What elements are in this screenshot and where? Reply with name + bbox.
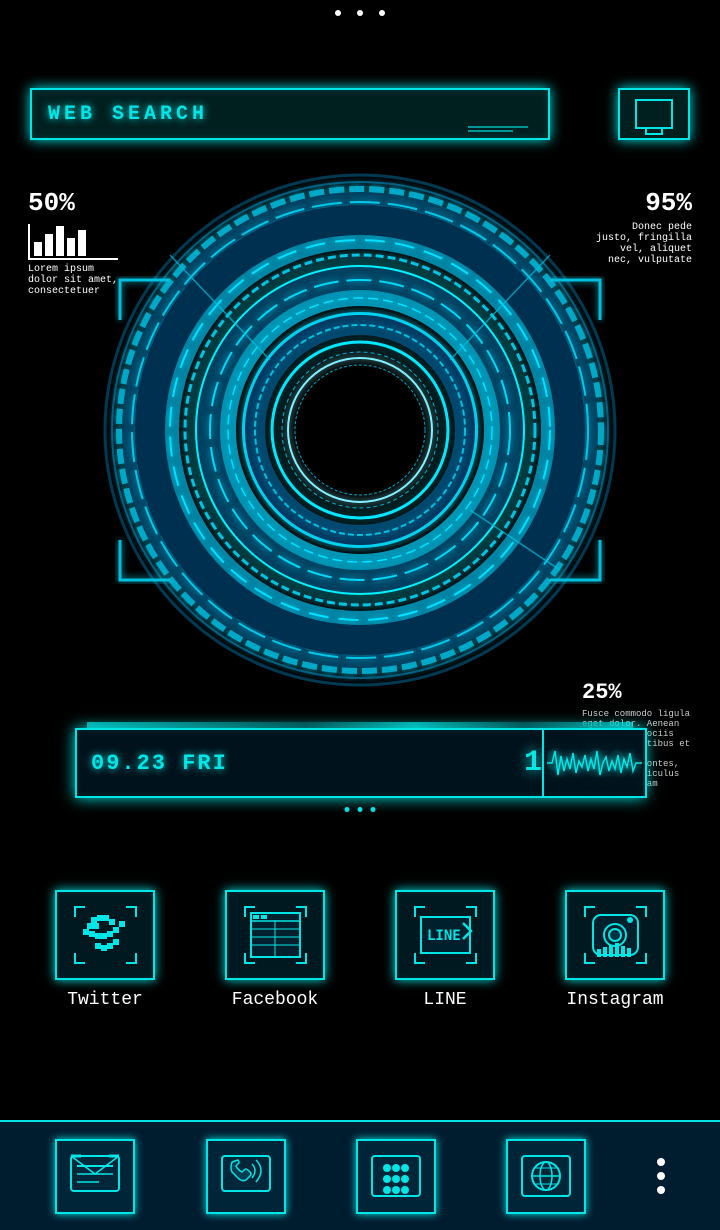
app-item-line[interactable]: LINE LINE bbox=[395, 890, 495, 1010]
waveform-svg bbox=[547, 741, 642, 786]
app-grid: Twitter Facebook bbox=[0, 890, 720, 1010]
instagram-icon bbox=[583, 905, 648, 965]
dock-phone-button[interactable] bbox=[206, 1139, 286, 1214]
facebook-icon bbox=[243, 905, 308, 965]
instagram-icon-box[interactable] bbox=[565, 890, 665, 980]
status-dot-2 bbox=[357, 10, 363, 16]
dock-apps-button[interactable] bbox=[356, 1139, 436, 1214]
line-icon-box[interactable]: LINE bbox=[395, 890, 495, 980]
bottom-dock bbox=[0, 1120, 720, 1230]
hud-circle bbox=[70, 140, 650, 730]
facebook-label: Facebook bbox=[232, 990, 318, 1010]
search-bar[interactable]: WEB SEARCH bbox=[30, 88, 550, 140]
search-bar-label: WEB SEARCH bbox=[48, 103, 208, 126]
more-dot-1 bbox=[657, 1158, 665, 1166]
search-bar-decoration bbox=[468, 126, 528, 132]
twitter-icon-box[interactable] bbox=[55, 890, 155, 980]
instagram-label: Instagram bbox=[566, 990, 663, 1010]
line-icon: LINE bbox=[413, 905, 478, 965]
browser-icon bbox=[520, 1152, 572, 1200]
more-dot-3 bbox=[657, 1186, 665, 1194]
apps-grid-icon bbox=[370, 1152, 422, 1200]
more-dot-2 bbox=[657, 1172, 665, 1180]
app-item-twitter[interactable]: Twitter bbox=[55, 890, 155, 1010]
waveform-box bbox=[542, 728, 647, 798]
twitter-icon bbox=[73, 905, 138, 965]
phone-icon bbox=[220, 1152, 272, 1200]
svg-text:LINE: LINE bbox=[427, 928, 461, 944]
status-dot-1 bbox=[335, 10, 341, 16]
dock-messages-button[interactable] bbox=[55, 1139, 135, 1214]
messages-icon bbox=[69, 1152, 121, 1200]
search-monitor-button[interactable] bbox=[618, 88, 690, 140]
twitter-label: Twitter bbox=[67, 990, 143, 1010]
status-bar bbox=[335, 10, 385, 16]
clock-bar: 09.23 FRI 10:00 bbox=[75, 728, 645, 798]
status-dot-3 bbox=[379, 10, 385, 16]
facebook-icon-box[interactable] bbox=[225, 890, 325, 980]
dock-browser-button[interactable] bbox=[506, 1139, 586, 1214]
date-display: 09.23 FRI bbox=[91, 751, 524, 776]
monitor-icon bbox=[635, 99, 673, 129]
line-label: LINE bbox=[423, 990, 466, 1010]
dock-more-button[interactable] bbox=[657, 1158, 665, 1194]
app-item-instagram[interactable]: Instagram bbox=[565, 890, 665, 1010]
clock-dots bbox=[345, 807, 376, 812]
app-item-facebook[interactable]: Facebook bbox=[225, 890, 325, 1010]
